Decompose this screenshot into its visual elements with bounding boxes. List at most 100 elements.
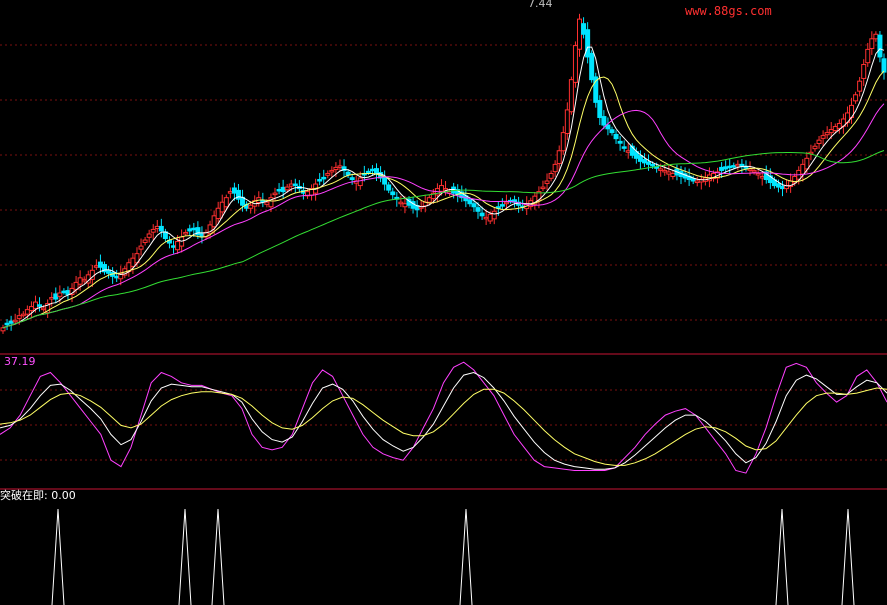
candle-up bbox=[735, 163, 741, 167]
candle-down bbox=[390, 191, 396, 196]
watermark-link[interactable]: www.88gs.com bbox=[685, 5, 772, 17]
candle-down bbox=[641, 159, 647, 164]
candle-down bbox=[780, 185, 786, 190]
candle-down bbox=[499, 204, 505, 207]
candle-up bbox=[215, 207, 221, 220]
candle-up bbox=[873, 33, 879, 40]
candle-down bbox=[731, 165, 737, 168]
candle-down bbox=[158, 225, 164, 232]
candle-up bbox=[227, 191, 233, 194]
candle-up bbox=[560, 132, 566, 152]
candle-down bbox=[637, 155, 643, 162]
candle-up bbox=[820, 135, 826, 139]
candle-up bbox=[264, 201, 270, 205]
stock-chart bbox=[0, 13, 887, 605]
candle-down bbox=[589, 52, 595, 81]
candle-up bbox=[865, 48, 871, 64]
candle-down bbox=[471, 203, 477, 208]
candle-up bbox=[16, 315, 22, 319]
price-candles bbox=[0, 13, 887, 334]
candle-up bbox=[32, 301, 38, 309]
candle-down bbox=[374, 168, 380, 174]
candle-down bbox=[4, 322, 10, 326]
candle-up bbox=[146, 233, 152, 238]
candle-up bbox=[325, 172, 331, 176]
signal-spike bbox=[211, 508, 225, 605]
candle-down bbox=[317, 179, 323, 182]
candle-down bbox=[349, 177, 355, 181]
candle-up bbox=[333, 166, 339, 171]
candle-up bbox=[503, 201, 509, 205]
candle-down bbox=[723, 166, 729, 170]
signal-spike bbox=[178, 508, 192, 605]
candle-up bbox=[288, 183, 294, 187]
ma-long-line bbox=[2, 150, 885, 329]
candle-down bbox=[617, 140, 623, 144]
candle-up bbox=[28, 306, 34, 312]
candle-up bbox=[138, 245, 144, 250]
candle-up bbox=[248, 204, 254, 209]
candle-up bbox=[284, 186, 290, 191]
signal-spike bbox=[51, 508, 65, 605]
candle-up bbox=[816, 139, 822, 145]
candle-up bbox=[857, 80, 863, 92]
candle-up bbox=[861, 64, 867, 79]
candle-down bbox=[475, 207, 481, 212]
candle-down bbox=[650, 163, 656, 167]
candle-up bbox=[81, 278, 87, 282]
candle-up bbox=[183, 231, 189, 235]
candle-up bbox=[483, 216, 489, 220]
candle-down bbox=[601, 116, 607, 126]
candle-up bbox=[832, 126, 838, 131]
candle-up bbox=[812, 145, 818, 150]
signal-value-label: 突破在即: 0.00 bbox=[0, 489, 76, 502]
oscillator-value-label: 37.19 bbox=[4, 355, 36, 368]
candle-up bbox=[211, 215, 217, 228]
candle-up bbox=[57, 292, 63, 297]
candle-down bbox=[585, 29, 591, 58]
candle-up bbox=[662, 169, 668, 173]
candle-down bbox=[53, 293, 59, 300]
candle-up bbox=[491, 210, 497, 220]
candle-up bbox=[24, 309, 30, 315]
candle-up bbox=[824, 132, 830, 136]
candle-up bbox=[357, 177, 363, 187]
candle-down bbox=[690, 178, 696, 182]
oscillator-line-mid bbox=[0, 371, 887, 470]
candle-down bbox=[280, 186, 286, 193]
candle-up bbox=[755, 172, 761, 176]
candle-up bbox=[12, 319, 18, 323]
oscillator-line-slow bbox=[0, 387, 887, 466]
candle-down bbox=[727, 165, 733, 169]
candle-down bbox=[743, 166, 749, 169]
candle-up bbox=[556, 150, 562, 164]
candle-up bbox=[154, 225, 160, 230]
candle-down bbox=[8, 320, 14, 324]
candle-down bbox=[881, 58, 887, 73]
candle-down bbox=[171, 245, 177, 248]
candle-up bbox=[694, 180, 700, 184]
candle-down bbox=[479, 212, 485, 217]
candle-up bbox=[670, 172, 676, 177]
candle-up bbox=[487, 213, 493, 222]
candle-down bbox=[597, 100, 603, 118]
candle-up bbox=[572, 45, 578, 83]
peak-price-label: 7.44 bbox=[528, 0, 553, 10]
candle-up bbox=[77, 277, 83, 285]
candle-up bbox=[552, 163, 558, 173]
candle-down bbox=[345, 171, 351, 176]
candle-down bbox=[276, 188, 282, 192]
signal-spike bbox=[459, 508, 473, 605]
signal-spikes bbox=[51, 508, 855, 605]
signal-spike bbox=[775, 508, 789, 605]
candle-down bbox=[187, 228, 193, 232]
candle-down bbox=[877, 34, 883, 58]
candle-down bbox=[365, 170, 371, 174]
candle-down bbox=[739, 163, 745, 167]
candle-up bbox=[272, 192, 278, 196]
signal-spike bbox=[841, 508, 855, 605]
candle-up bbox=[223, 197, 229, 208]
oscillator-line-fast bbox=[0, 361, 887, 474]
ma-slow-line bbox=[2, 103, 885, 329]
candle-down bbox=[369, 168, 375, 172]
